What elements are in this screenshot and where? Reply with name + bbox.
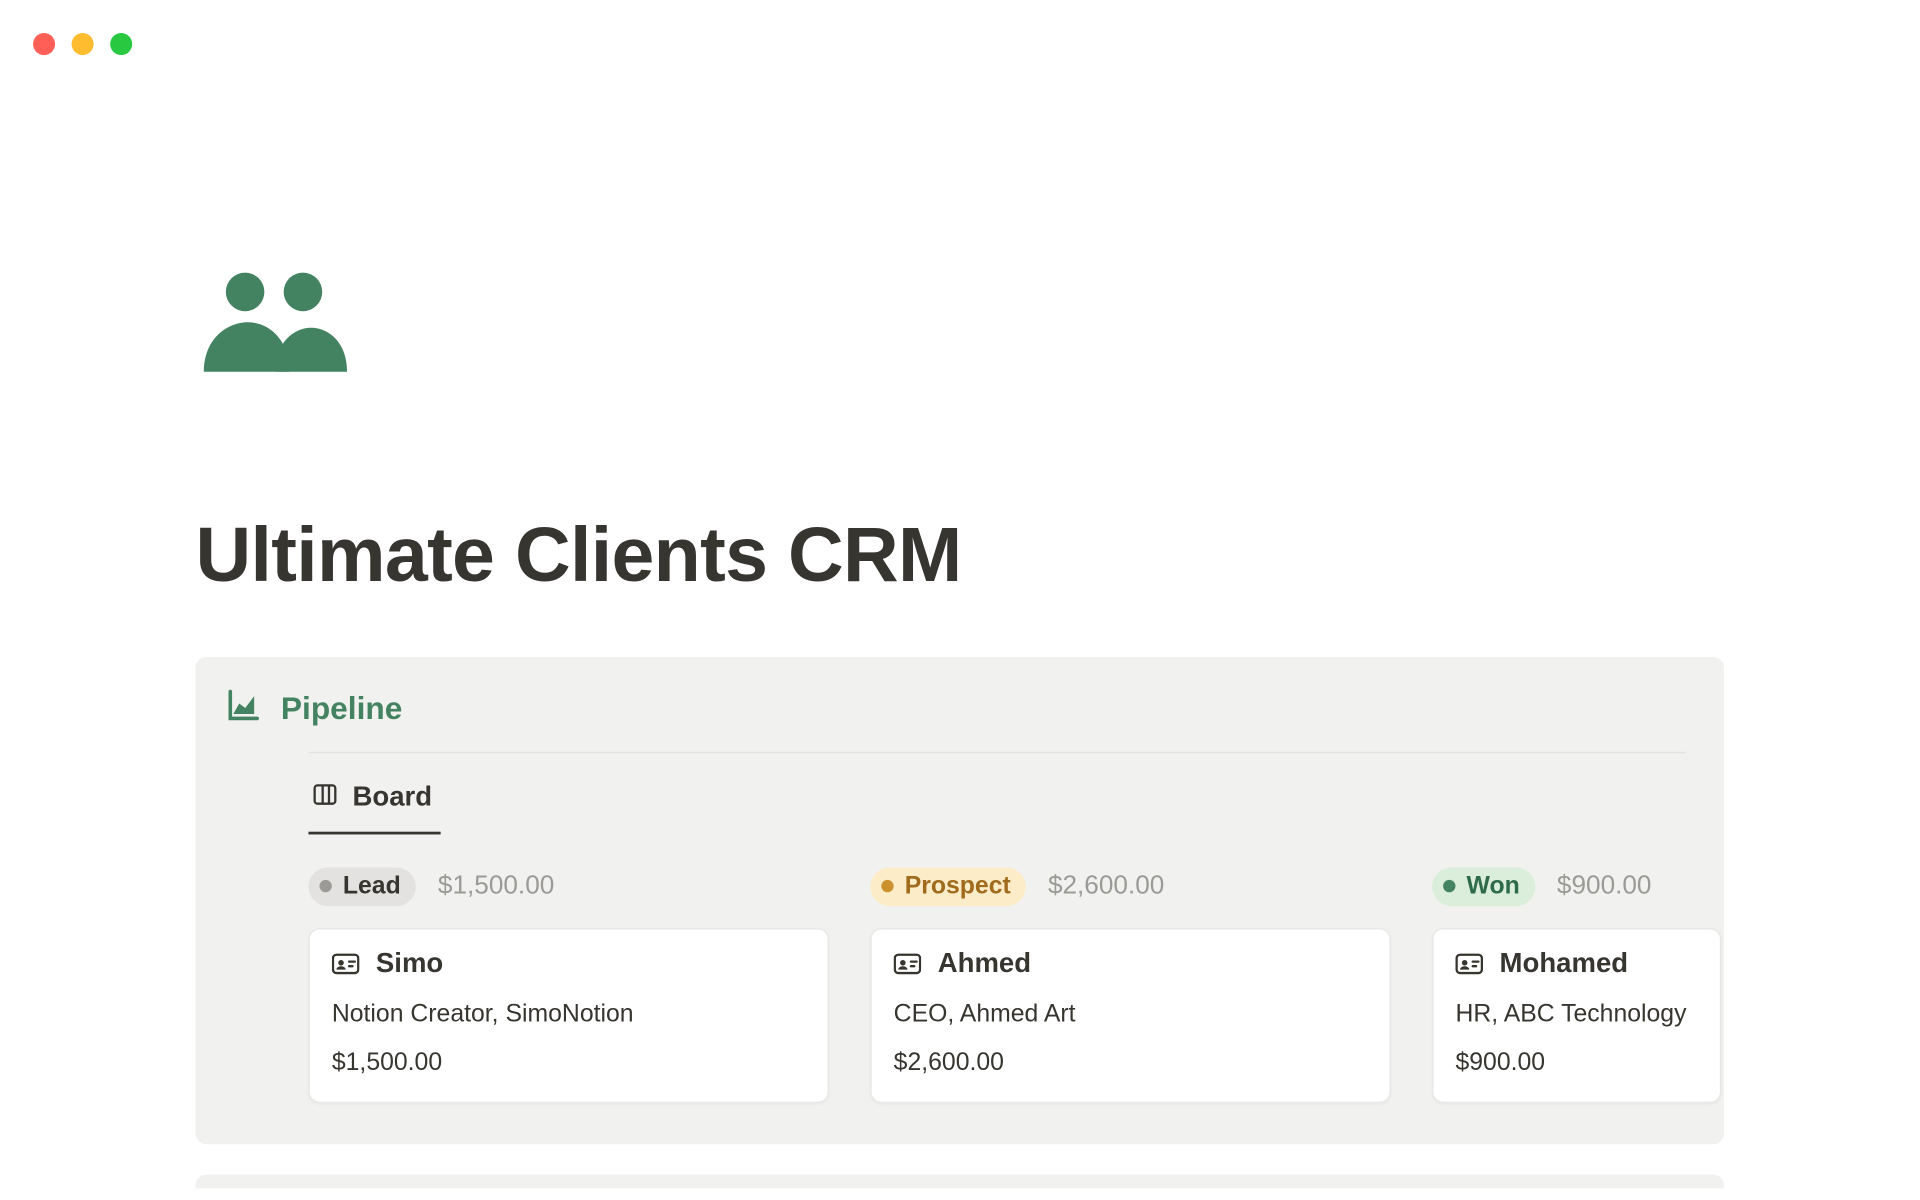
close-window-button[interactable] bbox=[33, 33, 55, 55]
stage-dot bbox=[1443, 880, 1455, 892]
card-name: Mohamed bbox=[1500, 948, 1629, 980]
stage-label: Won bbox=[1467, 872, 1520, 902]
contact-card-icon bbox=[1455, 953, 1483, 975]
card-name: Ahmed bbox=[938, 948, 1031, 980]
stage-label: Lead bbox=[343, 872, 401, 902]
column-prospect: Prospect $2,600.00 Ahmed CEO, Ah bbox=[870, 868, 1391, 1103]
zoom-window-button[interactable] bbox=[110, 33, 132, 55]
card-subtitle: HR, ABC Technology bbox=[1455, 999, 1697, 1028]
stage-dot bbox=[319, 880, 331, 892]
stage-label: Prospect bbox=[905, 872, 1011, 902]
card-subtitle: CEO, Ahmed Art bbox=[894, 999, 1368, 1028]
stage-pill-prospect[interactable]: Prospect bbox=[870, 868, 1026, 906]
card-prospect-0[interactable]: Ahmed CEO, Ahmed Art $2,600.00 bbox=[870, 928, 1391, 1103]
contact-card-icon bbox=[894, 953, 922, 975]
pipeline-panel: Pipeline Board bbox=[196, 657, 1724, 1144]
page-title: Ultimate Clients CRM bbox=[196, 509, 1724, 599]
board: Lead $1,500.00 Simo Notion Creat bbox=[308, 868, 1685, 1103]
contact-card-icon bbox=[332, 953, 360, 975]
divider bbox=[308, 752, 1685, 753]
card-lead-0[interactable]: Simo Notion Creator, SimoNotion $1,500.0… bbox=[308, 928, 829, 1103]
card-name: Simo bbox=[376, 948, 443, 980]
card-subtitle: Notion Creator, SimoNotion bbox=[332, 999, 806, 1028]
card-amount: $2,600.00 bbox=[894, 1047, 1368, 1076]
column-lead: Lead $1,500.00 Simo Notion Creat bbox=[308, 868, 829, 1103]
card-won-0[interactable]: Mohamed HR, ABC Technology $900.00 bbox=[1432, 928, 1721, 1103]
pipeline-name: Pipeline bbox=[281, 690, 402, 727]
card-amount: $1,500.00 bbox=[332, 1047, 806, 1076]
board-icon bbox=[311, 781, 339, 815]
column-won: Won $900.00 Mohamed HR, ABC Tech bbox=[1432, 868, 1721, 1103]
next-panel-peek bbox=[196, 1174, 1724, 1188]
window-controls bbox=[33, 33, 132, 55]
tab-board[interactable]: Board bbox=[308, 767, 440, 834]
pipeline-header[interactable]: Pipeline bbox=[226, 687, 1686, 730]
stage-pill-won[interactable]: Won bbox=[1432, 868, 1535, 906]
card-amount: $900.00 bbox=[1455, 1047, 1697, 1076]
tab-board-label: Board bbox=[353, 782, 433, 814]
minimize-window-button[interactable] bbox=[72, 33, 94, 55]
column-total: $1,500.00 bbox=[438, 871, 554, 901]
column-total: $900.00 bbox=[1557, 871, 1652, 901]
column-total: $2,600.00 bbox=[1048, 871, 1164, 901]
stage-dot bbox=[881, 880, 893, 892]
people-icon bbox=[196, 262, 1724, 386]
stage-pill-lead[interactable]: Lead bbox=[308, 868, 415, 906]
chart-area-icon bbox=[226, 687, 262, 730]
view-tabs: Board bbox=[308, 767, 1685, 834]
